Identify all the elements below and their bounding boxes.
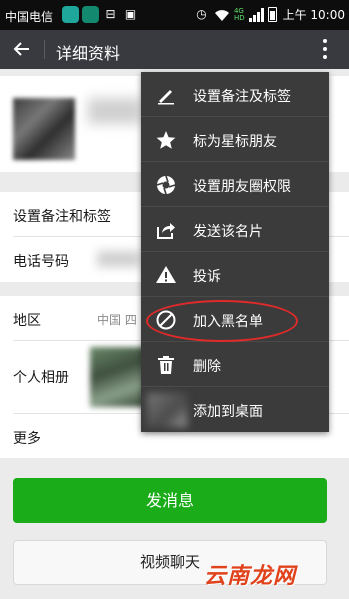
overflow-menu: 设置备注及标签 标为星标朋友 设置朋友圈权限 发送该名片 投诉 加入黑名单 删除… — [141, 72, 329, 432]
app-notification-icon — [62, 6, 79, 23]
watermark: 云南龙网 — [204, 564, 297, 589]
battery-icon — [267, 7, 277, 22]
menu-item-label: 标为星标朋友 — [193, 134, 277, 150]
app-bar-divider — [44, 40, 45, 59]
menu-item-set-remark[interactable]: 设置备注及标签 — [141, 72, 329, 117]
image-icon: ▣ — [124, 7, 137, 21]
highlight-ellipse — [146, 300, 298, 342]
desktop-icon — [147, 393, 187, 427]
menu-item-label: 设置备注及标签 — [193, 89, 291, 105]
clock: 上午 10:00 — [282, 8, 345, 22]
carrier-name: 中国电信 — [5, 10, 54, 24]
menu-item-label: 删除 — [193, 359, 221, 375]
phone-label: 电话号码 — [13, 254, 69, 270]
app-bar: 详细资料 — [0, 30, 349, 69]
nickname-redacted — [88, 98, 142, 124]
phone-number-redacted — [97, 251, 141, 267]
region-label: 地区 — [13, 313, 41, 329]
app-notification-icon — [82, 6, 99, 23]
star-icon — [156, 131, 176, 149]
arrow-left-icon[interactable] — [12, 39, 32, 59]
menu-item-delete[interactable]: 删除 — [141, 342, 329, 387]
share-icon — [157, 223, 175, 239]
region-value: 中国 四 — [97, 313, 137, 327]
send-message-button[interactable]: 发消息 — [13, 478, 327, 523]
pencil-icon — [158, 90, 174, 105]
menu-item-report[interactable]: 投诉 — [141, 252, 329, 297]
warning-icon — [156, 266, 176, 283]
remark-label: 设置备注和标签 — [13, 209, 111, 225]
more-vertical-icon[interactable] — [323, 39, 327, 59]
trash-icon — [158, 356, 174, 374]
menu-item-add-to-desktop[interactable]: 添加到桌面 — [141, 387, 329, 432]
network-hd-label: HD — [233, 13, 245, 22]
album-label: 个人相册 — [13, 370, 69, 386]
page-title: 详细资料 — [56, 44, 121, 63]
menu-item-label: 设置朋友圈权限 — [193, 179, 291, 195]
alarm-icon: ◷ — [196, 7, 207, 21]
aperture-icon — [156, 175, 176, 195]
lock-icon: ⊟ — [105, 7, 116, 21]
more-label: 更多 — [13, 431, 41, 447]
avatar[interactable] — [13, 98, 75, 160]
menu-item-send-card[interactable]: 发送该名片 — [141, 207, 329, 252]
menu-item-moments-permission[interactable]: 设置朋友圈权限 — [141, 162, 329, 207]
album-thumbnail — [90, 347, 146, 407]
status-bar: 中国电信 ⊟ ▣ ◷ 4G HD 上午 10:00 — [0, 0, 349, 30]
notification-icons: ⊟ ▣ — [62, 6, 139, 23]
wifi-icon — [214, 9, 229, 21]
menu-item-label: 投诉 — [193, 269, 221, 285]
network-type-label: 4G HD — [233, 7, 245, 22]
menu-item-label: 发送该名片 — [193, 224, 263, 240]
signal-icon — [248, 7, 264, 22]
status-icons: ◷ 4G HD 上午 10:00 — [193, 6, 345, 23]
menu-item-star-friend[interactable]: 标为星标朋友 — [141, 117, 329, 162]
menu-item-label: 添加到桌面 — [193, 404, 263, 420]
